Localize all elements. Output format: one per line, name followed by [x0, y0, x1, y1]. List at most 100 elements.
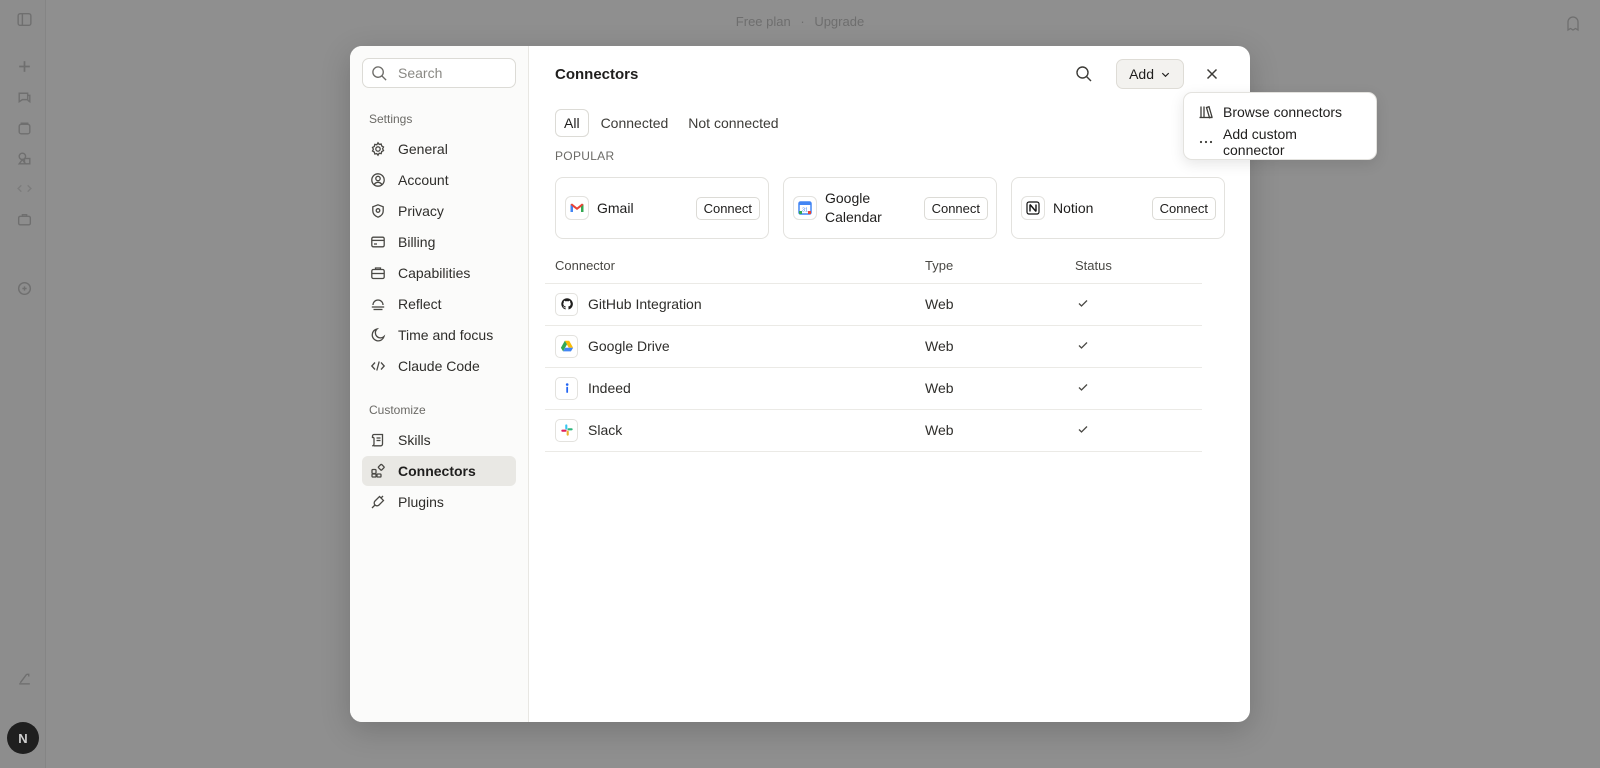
connector-type: Web — [925, 283, 1075, 326]
page-title: Connectors — [555, 65, 639, 83]
sidebar-item-billing[interactable]: Billing — [362, 227, 516, 257]
sidebar-item-label: Capabilities — [398, 265, 471, 281]
indeed-icon — [555, 376, 578, 400]
search-input[interactable] — [398, 65, 508, 81]
panel-header: Connectors Add — [555, 46, 1226, 98]
connector-name: Indeed — [588, 380, 631, 396]
check-icon — [1078, 426, 1088, 433]
sidebar-item-skills[interactable]: Skills — [362, 425, 516, 455]
add-button-label: Add — [1129, 66, 1154, 82]
sidebar-item-label: Reflect — [398, 296, 442, 312]
code-rail-icon[interactable] — [16, 180, 33, 197]
app-sidebar-rail: N — [0, 0, 46, 768]
artifacts-icon[interactable] — [16, 150, 33, 167]
connect-button[interactable]: Connect — [923, 196, 988, 220]
gear-icon — [371, 141, 385, 157]
search-connectors-button[interactable] — [1070, 60, 1098, 88]
column-header-status: Status — [1075, 256, 1202, 284]
sidebar-item-plugins[interactable]: Plugins — [362, 487, 516, 517]
connector-card-google-calendar[interactable]: 31 Google Calendar Connect — [783, 177, 997, 239]
filter-tabs: All Connected Not connected — [555, 109, 1226, 137]
settings-section-label: Settings — [369, 112, 413, 126]
connectors-panel: Connectors Add All Connected Not connect… — [529, 46, 1377, 722]
connector-type: Web — [925, 367, 1075, 410]
chats-icon[interactable] — [16, 89, 33, 106]
connector-name: Gmail — [597, 199, 634, 216]
close-icon — [1206, 68, 1218, 80]
connect-button[interactable]: Connect — [695, 196, 760, 220]
notion-icon — [1021, 196, 1045, 220]
menu-item-browse-connectors[interactable]: Browse connectors — [1190, 97, 1370, 127]
sidebar-item-account[interactable]: Account — [362, 165, 516, 195]
sidebar-item-reflect[interactable]: Reflect — [362, 289, 516, 319]
table-row[interactable]: Google Drive Web — [545, 325, 1202, 368]
search-icon — [372, 65, 387, 81]
sidebar-item-label: Plugins — [398, 494, 444, 510]
connector-type: Web — [925, 409, 1075, 452]
connector-type: Web — [925, 325, 1075, 368]
scroll-icon — [371, 433, 384, 447]
close-button[interactable] — [1198, 60, 1226, 88]
code-icon — [370, 361, 386, 371]
sidebar-item-label: Billing — [398, 234, 436, 250]
add-button[interactable]: Add — [1116, 59, 1184, 89]
briefcase-rail-icon[interactable] — [16, 211, 33, 228]
user-circle-icon — [371, 173, 385, 187]
check-icon — [1078, 384, 1088, 391]
table-row[interactable]: Indeed Web — [545, 367, 1202, 410]
settings-sidebar: Settings General Account Privacy Billing… — [350, 46, 529, 722]
sidebar-item-claude-code[interactable]: Claude Code — [362, 351, 516, 381]
connector-card-gmail[interactable]: Gmail Connect — [555, 177, 769, 239]
ghost-icon[interactable] — [1564, 14, 1582, 32]
header-actions: Add — [1070, 59, 1226, 89]
library-icon — [1199, 105, 1213, 119]
google-calendar-icon: 31 — [793, 196, 817, 220]
plug-icon — [371, 495, 385, 509]
check-icon — [1078, 342, 1088, 349]
sidebar-item-privacy[interactable]: Privacy — [362, 196, 516, 226]
download-app-icon[interactable] — [16, 669, 33, 686]
avatar[interactable]: N — [7, 722, 39, 754]
settings-search[interactable] — [362, 58, 516, 88]
sidebar-item-label: Connectors — [398, 463, 476, 479]
sidebar-item-connectors[interactable]: Connectors — [362, 456, 516, 486]
conversation-avatar-icon[interactable] — [16, 280, 33, 297]
briefcase-icon — [371, 267, 385, 280]
connectors-icon — [371, 463, 385, 478]
sidebar-item-label: Skills — [398, 432, 431, 448]
settings-modal: Settings General Account Privacy Billing… — [350, 46, 1377, 722]
table-row[interactable]: GitHub Integration Web — [545, 283, 1202, 326]
menu-item-label: Browse connectors — [1223, 104, 1343, 120]
shield-icon — [372, 204, 384, 218]
github-icon — [555, 292, 578, 316]
slack-icon — [555, 418, 578, 442]
connect-button[interactable]: Connect — [1151, 196, 1216, 220]
sidebar-item-label: Time and focus — [398, 327, 494, 343]
tab-all[interactable]: All — [555, 109, 589, 137]
connector-name: GitHub Integration — [588, 296, 702, 312]
more-horizontal-icon — [1199, 140, 1213, 144]
connector-name: Slack — [588, 422, 623, 438]
tab-connected[interactable]: Connected — [593, 110, 677, 136]
plan-label: Free plan — [735, 14, 791, 29]
add-dropdown-menu: Browse connectors Add custom connector — [1183, 92, 1377, 160]
gmail-icon — [565, 196, 589, 220]
table-row[interactable]: Slack Web — [545, 409, 1202, 452]
connector-card-notion[interactable]: Notion Connect — [1011, 177, 1225, 239]
popular-section-label: POPULAR — [555, 149, 615, 163]
tab-not-connected[interactable]: Not connected — [680, 110, 786, 136]
sidebar-item-capabilities[interactable]: Capabilities — [362, 258, 516, 288]
google-drive-icon — [555, 334, 578, 358]
svg-text:31: 31 — [802, 208, 808, 214]
sidebar-item-general[interactable]: General — [362, 134, 516, 164]
sidebar-item-time-and-focus[interactable]: Time and focus — [362, 320, 516, 350]
upgrade-link[interactable]: Upgrade — [814, 14, 864, 29]
plan-separator: · — [800, 14, 805, 29]
new-chat-icon[interactable] — [16, 58, 33, 75]
projects-icon[interactable] — [16, 120, 33, 137]
connectors-table: Connector Type Status GitHub Integration… — [545, 256, 1202, 452]
moon-icon — [371, 327, 386, 342]
connector-name: Notion — [1053, 199, 1094, 216]
menu-item-add-custom-connector[interactable]: Add custom connector — [1190, 126, 1370, 158]
sidebar-item-label: Account — [398, 172, 449, 188]
